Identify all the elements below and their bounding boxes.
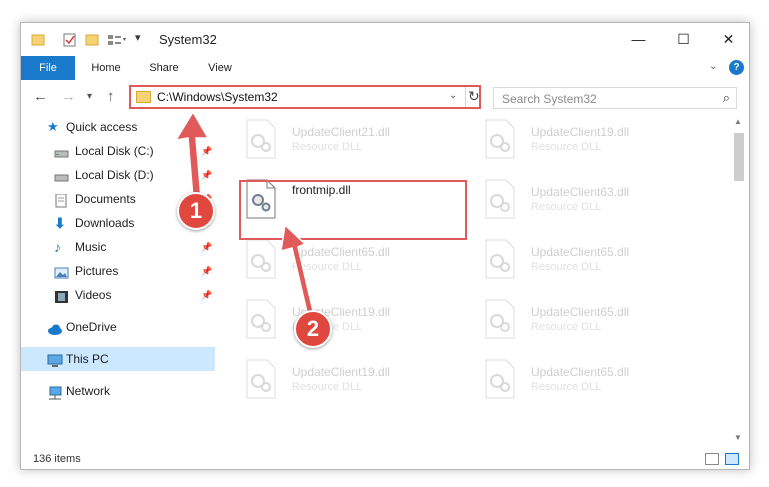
step-badge-2: 2 [294, 310, 332, 348]
step-badge-1: 1 [177, 192, 215, 230]
callout-arrow-1 [174, 110, 210, 199]
callout-arrows [174, 110, 314, 313]
callout-arrow-2 [280, 223, 314, 313]
